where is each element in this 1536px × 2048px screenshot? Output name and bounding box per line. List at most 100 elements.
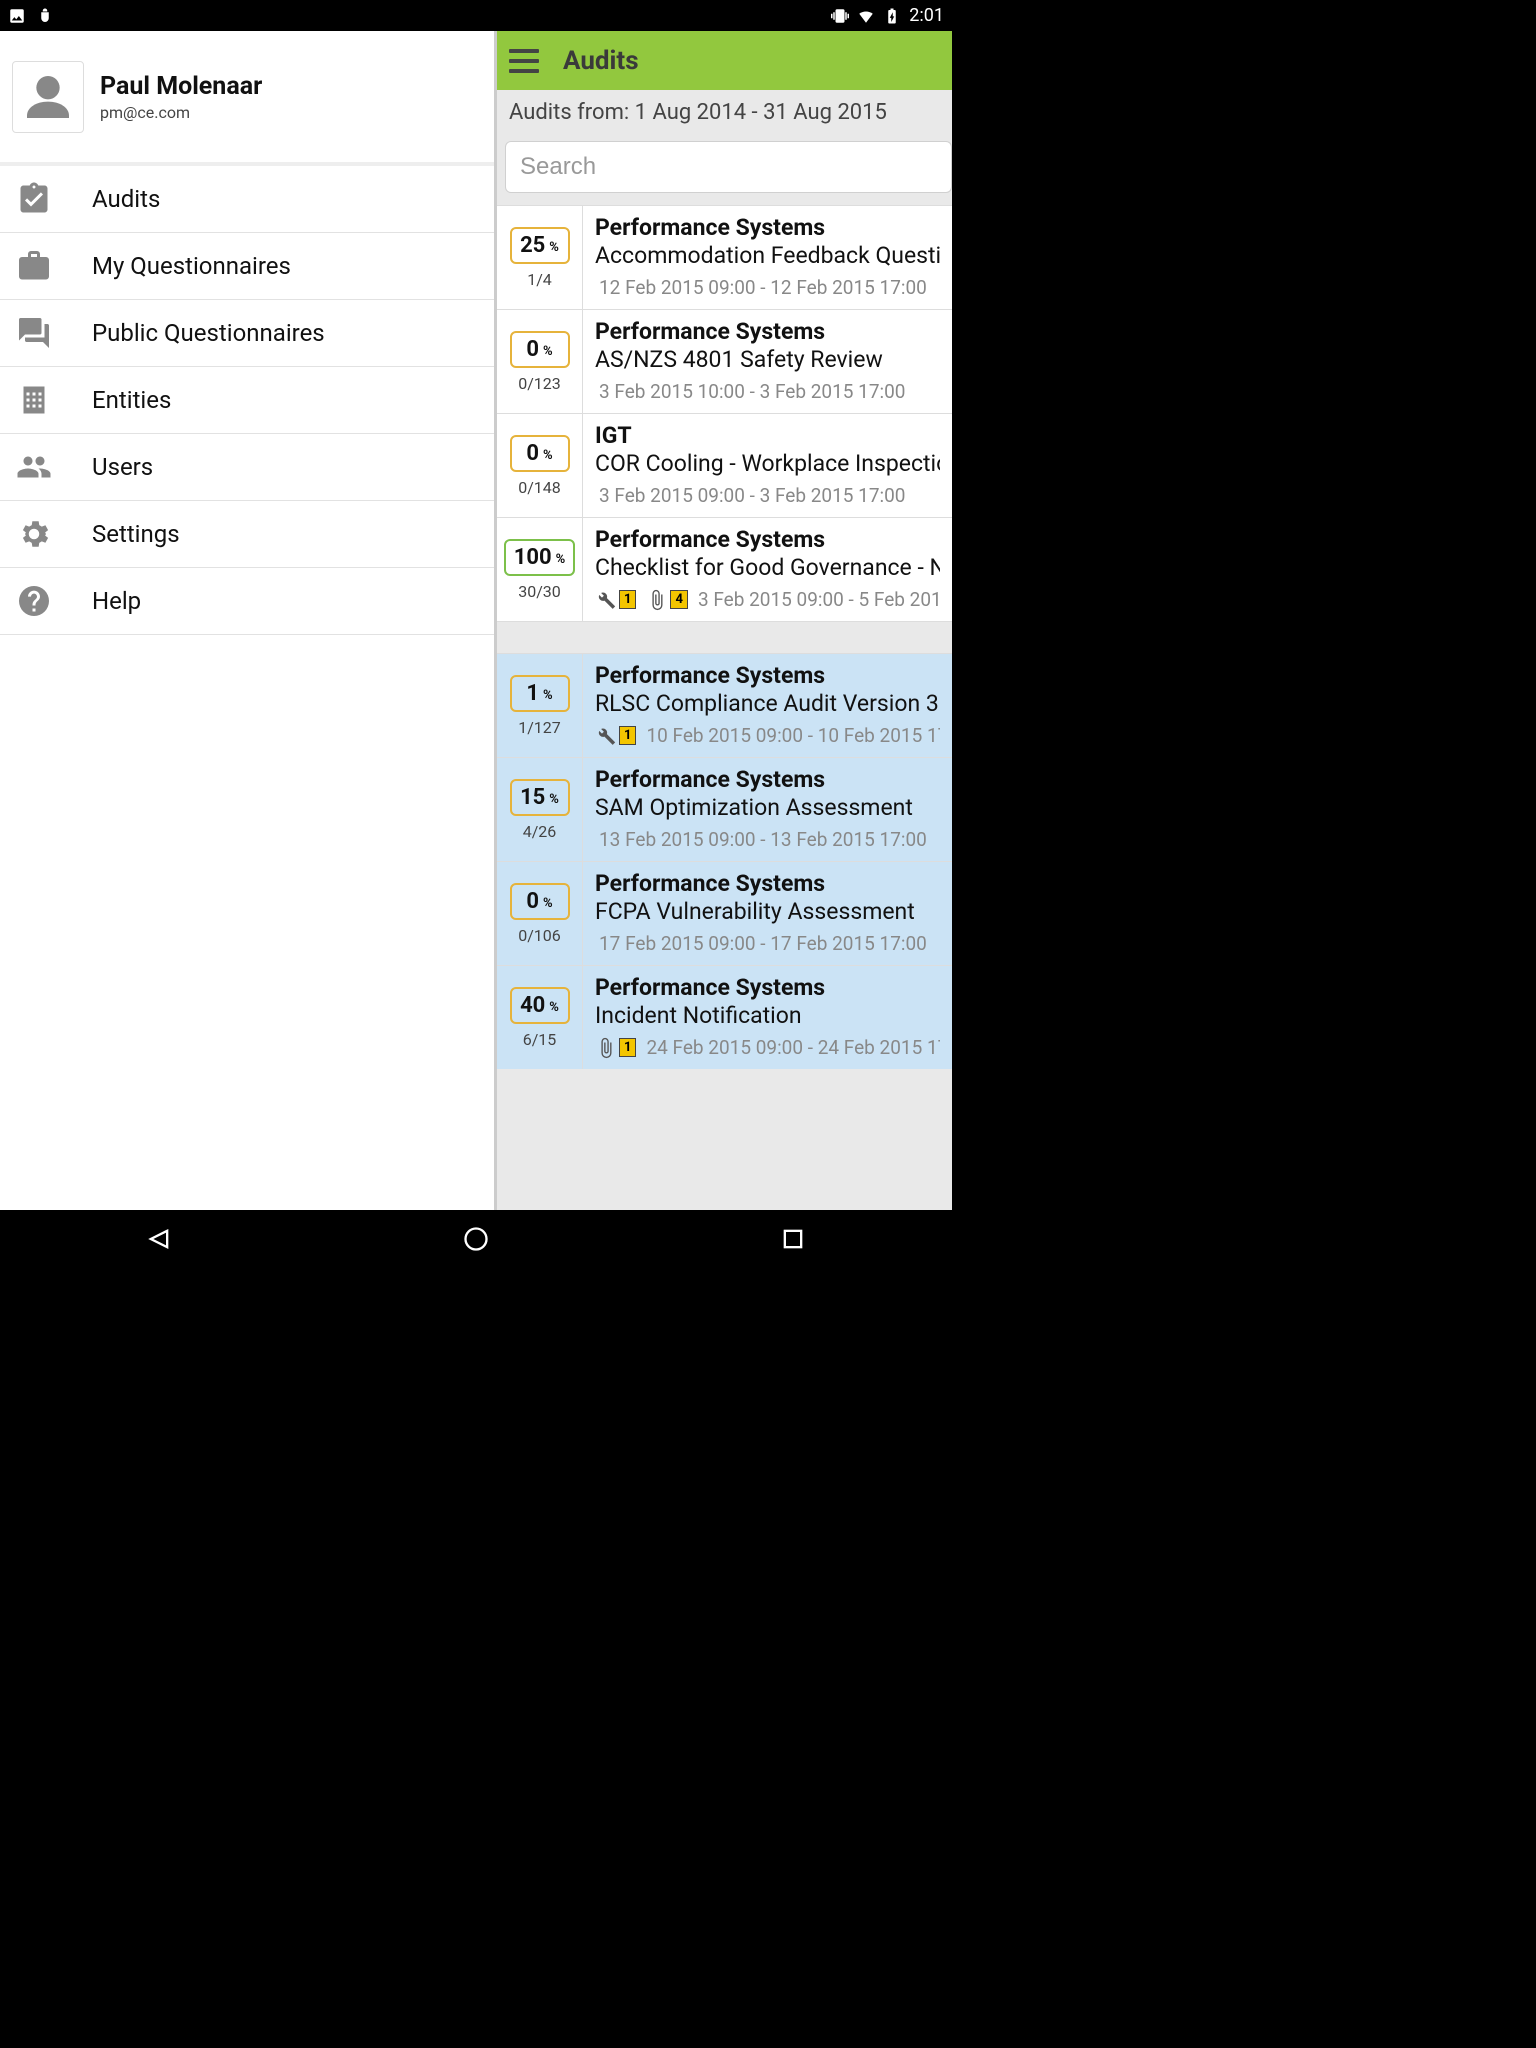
percent-badge: 1 % (510, 675, 570, 712)
audit-footer: 124 Feb 2015 09:00 - 24 Feb 2015 17:00 (595, 1036, 940, 1059)
audit-title: RLSC Compliance Audit Version 3.0 (595, 690, 940, 717)
android-navbar (0, 1210, 952, 1268)
audit-org: Performance Systems (595, 766, 940, 793)
audit-title: SAM Optimization Assessment (595, 794, 940, 821)
gear-icon (16, 516, 52, 552)
audit-body: Performance SystemsChecklist for Good Go… (583, 518, 952, 621)
audit-card[interactable]: 15 % 4/26 Performance SystemsSAM Optimizat… (497, 757, 952, 861)
nav-label: Users (92, 453, 153, 481)
percent-badge: 0 % (510, 331, 570, 368)
attachment-count: 4 (646, 589, 687, 611)
nav-help[interactable]: Help (0, 568, 494, 635)
search-input[interactable] (520, 153, 937, 181)
nav-label: My Questionnaires (92, 252, 291, 280)
audit-footer: 110 Feb 2015 09:00 - 10 Feb 2015 17:00 (595, 724, 940, 747)
nav-settings[interactable]: Settings (0, 501, 494, 568)
percent-badge: 0 % (510, 435, 570, 472)
audit-title: Incident Notification (595, 1002, 940, 1029)
statusbar-time: 2:01 (909, 5, 944, 26)
clipboard-check-icon (16, 181, 52, 217)
audit-body: Performance SystemsRLSC Compliance Audit… (583, 654, 952, 757)
search-box[interactable] (505, 141, 952, 193)
avatar (12, 61, 84, 133)
progress-cell: 40 % 6/15 (497, 966, 583, 1069)
profile-header[interactable]: Paul Molenaar pm@ce.com (0, 31, 494, 166)
audit-footer: 143 Feb 2015 09:00 - 5 Feb 2015 (595, 588, 940, 611)
back-button[interactable] (145, 1225, 173, 1253)
progress-cell: 25 % 1/4 (497, 206, 583, 309)
progress-cell: 100 % 30/30 (497, 518, 583, 621)
percent-badge: 40 % (510, 987, 570, 1024)
audit-org: Performance Systems (595, 214, 940, 241)
wifi-icon (857, 7, 875, 25)
audit-card[interactable]: 1 % 1/127 Performance SystemsRLSC Complian… (497, 653, 952, 757)
audit-title: COR Cooling - Workplace Inspection (595, 450, 940, 477)
progress-cell: 0 % 0/123 (497, 310, 583, 413)
audit-title: FCPA Vulnerability Assessment (595, 898, 940, 925)
audit-card[interactable]: 25 % 1/4 Performance SystemsAccommodation … (497, 205, 952, 309)
audit-title: Checklist for Good Governance - Non-Prof… (595, 554, 940, 581)
image-icon (8, 7, 26, 25)
nav-public-questionnaires[interactable]: Public Questionnaires (0, 300, 494, 367)
nav-my-questionnaires[interactable]: My Questionnaires (0, 233, 494, 300)
progress-ratio: 4/26 (523, 822, 557, 841)
nav-label: Entities (92, 386, 171, 414)
progress-cell: 0 % 0/106 (497, 862, 583, 965)
nav-label: Audits (92, 185, 160, 213)
android-statusbar: 2:01 (0, 0, 952, 31)
action-count: 1 (595, 725, 636, 747)
home-button[interactable] (462, 1225, 490, 1253)
progress-ratio: 30/30 (518, 582, 561, 601)
progress-ratio: 0/123 (518, 374, 561, 393)
forum-icon (16, 315, 52, 351)
percent-badge: 100 % (504, 539, 575, 576)
nav-entities[interactable]: Entities (0, 367, 494, 434)
audit-body: Performance SystemsAccommodation Feedbac… (583, 206, 952, 309)
audit-date: 3 Feb 2015 09:00 - 5 Feb 2015 (698, 588, 940, 611)
audit-card[interactable]: 40 % 6/15 Performance SystemsIncident Noti… (497, 965, 952, 1069)
audit-card[interactable]: 0 % 0/148 IGTCOR Cooling - Workplace Inspe… (497, 413, 952, 517)
audit-org: Performance Systems (595, 870, 940, 897)
audit-org: Performance Systems (595, 526, 940, 553)
audit-body: Performance SystemsIncident Notification… (583, 966, 952, 1069)
audit-card[interactable]: 100 % 30/30 Performance SystemsChecklist f… (497, 517, 952, 621)
audit-title: AS/NZS 4801 Safety Review (595, 346, 940, 373)
people-icon (16, 449, 52, 485)
profile-name: Paul Molenaar (100, 72, 262, 101)
battery-charging-icon (883, 7, 901, 25)
progress-cell: 1 % 1/127 (497, 654, 583, 757)
page-title: Audits (563, 46, 639, 76)
percent-badge: 15 % (510, 779, 570, 816)
percent-badge: 0 % (510, 883, 570, 920)
hamburger-icon[interactable] (509, 49, 539, 73)
audit-card[interactable]: 0 % 0/123 Performance SystemsAS/NZS 4801 S… (497, 309, 952, 413)
audit-body: IGTCOR Cooling - Workplace Inspection3 F… (583, 414, 952, 517)
recents-button[interactable] (779, 1225, 807, 1253)
progress-ratio: 0/148 (518, 478, 561, 497)
nav-label: Settings (92, 520, 180, 548)
audit-date: 3 Feb 2015 09:00 - 3 Feb 2015 17:00 (595, 484, 940, 507)
progress-ratio: 1/127 (518, 718, 561, 737)
building-icon (16, 382, 52, 418)
audit-list[interactable]: 25 % 1/4 Performance SystemsAccommodation … (497, 199, 952, 1210)
audit-date: 24 Feb 2015 09:00 - 24 Feb 2015 17:00 (646, 1036, 940, 1059)
main-panel: Audits Audits from: 1 Aug 2014 - 31 Aug … (497, 31, 952, 1210)
audit-org: Performance Systems (595, 974, 940, 1001)
nav-audits[interactable]: Audits (0, 166, 494, 233)
android-debug-icon (36, 7, 54, 25)
audit-card[interactable]: 0 % 0/106 Performance SystemsFCPA Vulnerab… (497, 861, 952, 965)
progress-ratio: 6/15 (523, 1030, 557, 1049)
audit-org: Performance Systems (595, 318, 940, 345)
nav-users[interactable]: Users (0, 434, 494, 501)
progress-cell: 15 % 4/26 (497, 758, 583, 861)
vibrate-icon (831, 7, 849, 25)
audit-date: 3 Feb 2015 10:00 - 3 Feb 2015 17:00 (595, 380, 940, 403)
progress-ratio: 1/4 (527, 270, 552, 289)
audit-date: 13 Feb 2015 09:00 - 13 Feb 2015 17:00 (595, 828, 940, 851)
audit-body: Performance SystemsSAM Optimization Asse… (583, 758, 952, 861)
sidebar-drawer: Paul Molenaar pm@ce.com Audits My Questi… (0, 31, 497, 1210)
progress-ratio: 0/106 (518, 926, 561, 945)
audit-body: Performance SystemsAS/NZS 4801 Safety Re… (583, 310, 952, 413)
percent-badge: 25 % (510, 227, 570, 264)
help-icon (16, 583, 52, 619)
